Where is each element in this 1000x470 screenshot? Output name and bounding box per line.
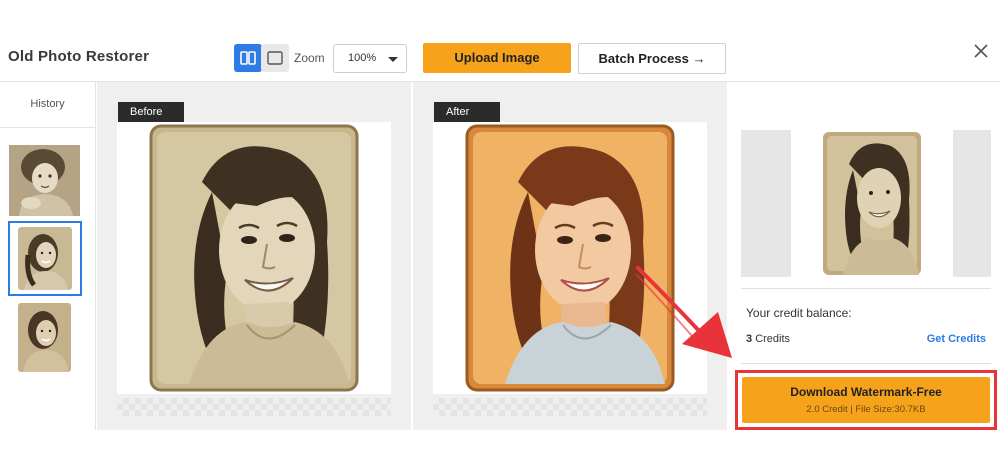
history-item[interactable] [9, 145, 80, 216]
zoom-select[interactable]: 100% [333, 44, 407, 73]
woman-portrait-thumbnail [9, 302, 80, 373]
credit-balance-label: Your credit balance: [746, 306, 852, 320]
transparency-checker [433, 398, 707, 416]
download-title: Download Watermark-Free [790, 385, 942, 399]
credit-balance-value: 3 Credits [746, 333, 790, 345]
preview-photo [823, 132, 921, 275]
after-panel: After [413, 82, 727, 430]
close-icon [974, 44, 988, 58]
before-panel: Before [97, 82, 411, 430]
download-watermark-free-button[interactable]: Download Watermark-Free 2.0 Credit | Fil… [742, 377, 990, 423]
app-title: Old Photo Restorer [8, 48, 150, 65]
top-toolbar: Old Photo Restorer Zoom 100% Upload Imag… [0, 0, 1000, 82]
after-label: After [434, 102, 500, 122]
batch-process-button[interactable]: Batch Process → [578, 43, 726, 74]
close-button[interactable] [972, 42, 990, 60]
divider [741, 363, 991, 364]
preview-placeholder [953, 130, 991, 277]
woman-portrait-thumbnail [12, 225, 78, 292]
zoom-value: 100% [348, 52, 377, 64]
red-arrow-icon [635, 266, 732, 358]
divider [741, 288, 991, 289]
history-item-selected[interactable] [8, 221, 82, 296]
history-sidebar: History [0, 82, 96, 430]
split-view-button[interactable] [234, 44, 262, 72]
transparency-checker [117, 398, 391, 416]
before-photo-canvas [117, 122, 391, 394]
credits-number: 3 [746, 333, 753, 345]
credits-unit: Credits [755, 333, 791, 345]
result-preview-image [809, 130, 935, 277]
history-item[interactable] [9, 302, 80, 373]
zoom-label: Zoom [294, 51, 325, 65]
single-view-button[interactable] [261, 44, 289, 72]
preview-placeholder [741, 130, 791, 277]
history-title: History [0, 82, 95, 128]
result-preview [741, 130, 991, 277]
get-credits-link[interactable]: Get Credits [927, 333, 986, 345]
before-label: Before [118, 102, 184, 122]
split-view-icon [240, 51, 256, 65]
upload-image-button[interactable]: Upload Image [423, 43, 571, 73]
download-subtitle: 2.0 Credit | File Size:30.7KB [806, 404, 926, 415]
single-view-icon [267, 51, 283, 65]
before-photo [149, 124, 359, 392]
chevron-down-icon [388, 57, 398, 62]
child-portrait-thumbnail [9, 145, 80, 216]
